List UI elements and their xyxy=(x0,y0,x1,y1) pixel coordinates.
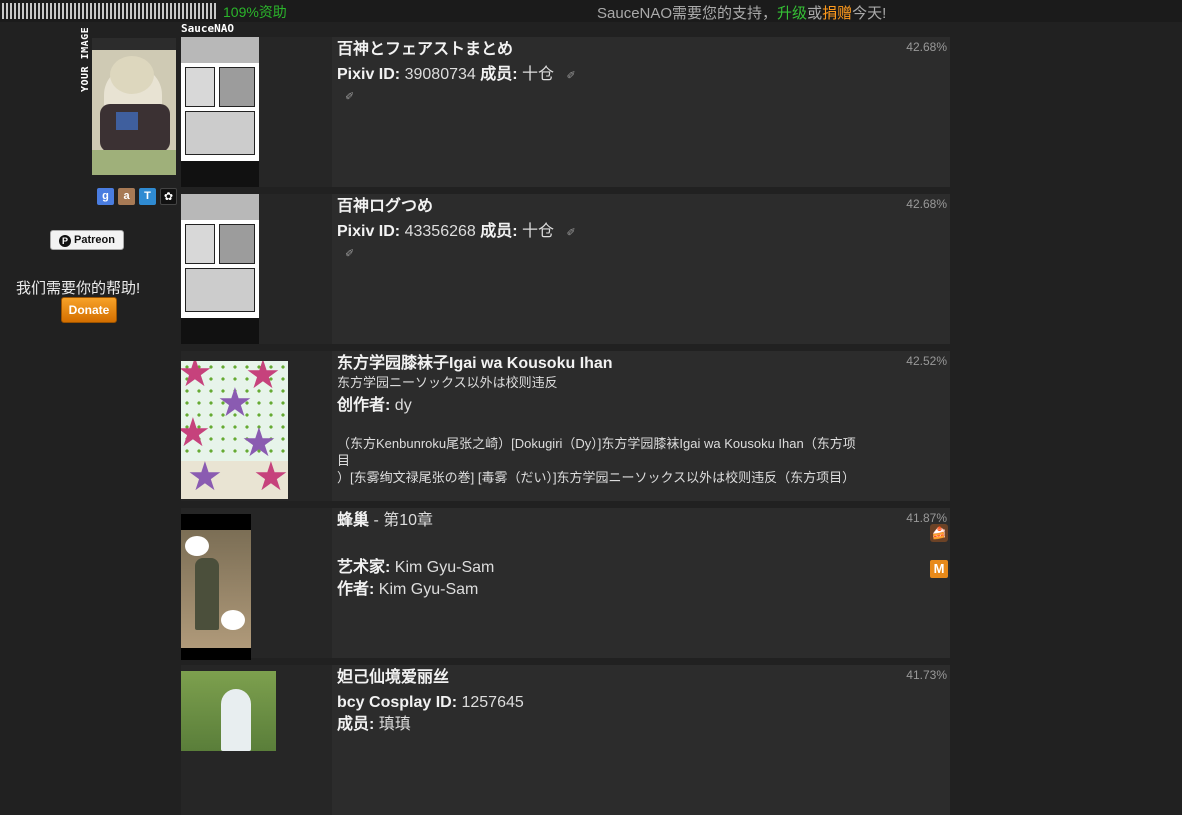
tineye-icon[interactable]: T xyxy=(139,188,156,205)
result-thumbnail[interactable]: ★ ★ ★ ★ ★ ★ ★ xyxy=(181,351,332,501)
your-image-label: YOUR IMAGE xyxy=(80,26,91,92)
external-link-icon[interactable]: ✐ xyxy=(345,90,354,103)
google-icon[interactable]: g xyxy=(97,188,114,205)
source-line-2: 目 xyxy=(337,453,351,468)
external-link-icon[interactable]: ✐ xyxy=(567,65,576,87)
cake-icon[interactable]: 🍰 xyxy=(930,524,948,542)
bcy-id-link[interactable]: 1257645 xyxy=(461,694,523,711)
donate-button[interactable]: Donate xyxy=(61,297,117,323)
artist-name: Kim Gyu-Sam xyxy=(394,559,495,576)
episode-text: - 第10章 xyxy=(369,512,434,529)
bcy-id-label: bcy Cosplay ID: xyxy=(337,694,458,711)
mangaupdates-icon[interactable]: M xyxy=(930,560,948,578)
result-item: ★ ★ ★ ★ ★ ★ ★ 42.52% 东方学园膝袜子Igai wa Kous… xyxy=(181,351,950,501)
help-text: 我们需要你的帮助! xyxy=(16,280,141,297)
creator-link[interactable]: dy xyxy=(395,397,412,414)
result-item: 42.68% 百神とフェアストまとめ Pixiv ID: 39080734 成员… xyxy=(181,37,950,187)
member-label: 成员: xyxy=(480,223,518,240)
similarity-percent: 42.68% xyxy=(906,40,947,54)
site-label: SauceNAO xyxy=(181,22,234,35)
result-item: 41.73% 妲己仙境爱丽丝 bcy Cosplay ID: 1257645 成… xyxy=(181,665,950,815)
pixiv-id-link[interactable]: 43356268 xyxy=(405,223,476,240)
query-image[interactable] xyxy=(92,38,176,175)
result-thumbnail[interactable] xyxy=(181,508,332,660)
result-title: 百神とフェアストまとめ xyxy=(337,41,514,58)
search-engine-icons: g a T ✿ xyxy=(97,188,177,205)
support-or: 或 xyxy=(807,5,823,22)
result-title: 百神ログつめ xyxy=(337,198,434,215)
result-thumbnail[interactable] xyxy=(181,37,332,187)
similarity-percent: 41.73% xyxy=(906,668,947,682)
source-line-1: （东方Kenbunroku尾张之崎）[Dokugiri（Dy）]东方学园膝袜Ig… xyxy=(337,436,856,451)
result-title: 东方学园膝袜子Igai wa Kousoku Ihan xyxy=(337,355,613,372)
sauce-icon[interactable]: ✿ xyxy=(160,188,177,205)
artist-label: 艺术家: xyxy=(337,559,391,576)
donate-link[interactable]: 捐赠 xyxy=(822,5,852,22)
result-title: 蜂巢 - 第10章 xyxy=(337,511,950,531)
result-thumbnail[interactable] xyxy=(181,194,332,344)
result-title: 妲己仙境爱丽丝 xyxy=(337,669,450,686)
patreon-icon: P xyxy=(59,235,72,247)
member-label: 成员: xyxy=(480,66,518,83)
upgrade-link[interactable]: 升级 xyxy=(777,5,807,22)
result-subtitle: 东方学园ニーソックス以外は校则违反 xyxy=(337,375,558,390)
support-message: SauceNAO需要您的支持，升级或捐赠今天! xyxy=(597,2,886,23)
similarity-percent: 42.52% xyxy=(906,354,947,368)
result-item: 42.68% 百神ログつめ Pixiv ID: 43356268 成员: 十仓 … xyxy=(181,194,950,344)
author-name: Kim Gyu-Sam xyxy=(378,581,479,598)
author-label: 作者: xyxy=(337,581,375,598)
member-link[interactable]: 十仓 xyxy=(522,66,554,83)
support-prefix: SauceNAO需要您的支持， xyxy=(597,5,778,22)
member-link[interactable]: 瑱瑱 xyxy=(379,716,411,733)
top-bar: 109%资助 SauceNAO需要您的支持，升级或捐赠今天! xyxy=(0,0,1182,22)
support-suffix: 今天! xyxy=(852,5,887,22)
result-thumbnail[interactable] xyxy=(181,665,332,815)
similarity-percent: 41.87% xyxy=(906,511,947,525)
external-link-icon[interactable]: ✐ xyxy=(567,222,576,244)
member-label: 成员: xyxy=(337,716,375,733)
creator-label: 创作者: xyxy=(337,397,391,414)
ascii2d-icon[interactable]: a xyxy=(118,188,135,205)
title-text: 蜂巢 xyxy=(337,512,370,529)
pixiv-id-label: Pixiv ID: xyxy=(337,66,401,83)
patreon-button[interactable]: P Patreon xyxy=(50,230,124,250)
external-link-icon[interactable]: ✐ xyxy=(345,247,354,260)
funding-progress-bar xyxy=(2,3,217,19)
result-item: 41.87% 🍰 M 蜂巢 - 第10章 艺术家: Kim Gyu-Sam 作者… xyxy=(181,508,950,660)
source-line-3: ）[东雾绚文禄尾张の巻] [毒雾（だい）]东方学园ニーソックス以外は校则违反（东… xyxy=(337,470,856,485)
funding-percent: 109%资助 xyxy=(223,4,287,20)
similarity-percent: 42.68% xyxy=(906,197,947,211)
pixiv-id-link[interactable]: 39080734 xyxy=(405,66,476,83)
member-link[interactable]: 十仓 xyxy=(522,223,554,240)
pixiv-id-label: Pixiv ID: xyxy=(337,223,401,240)
